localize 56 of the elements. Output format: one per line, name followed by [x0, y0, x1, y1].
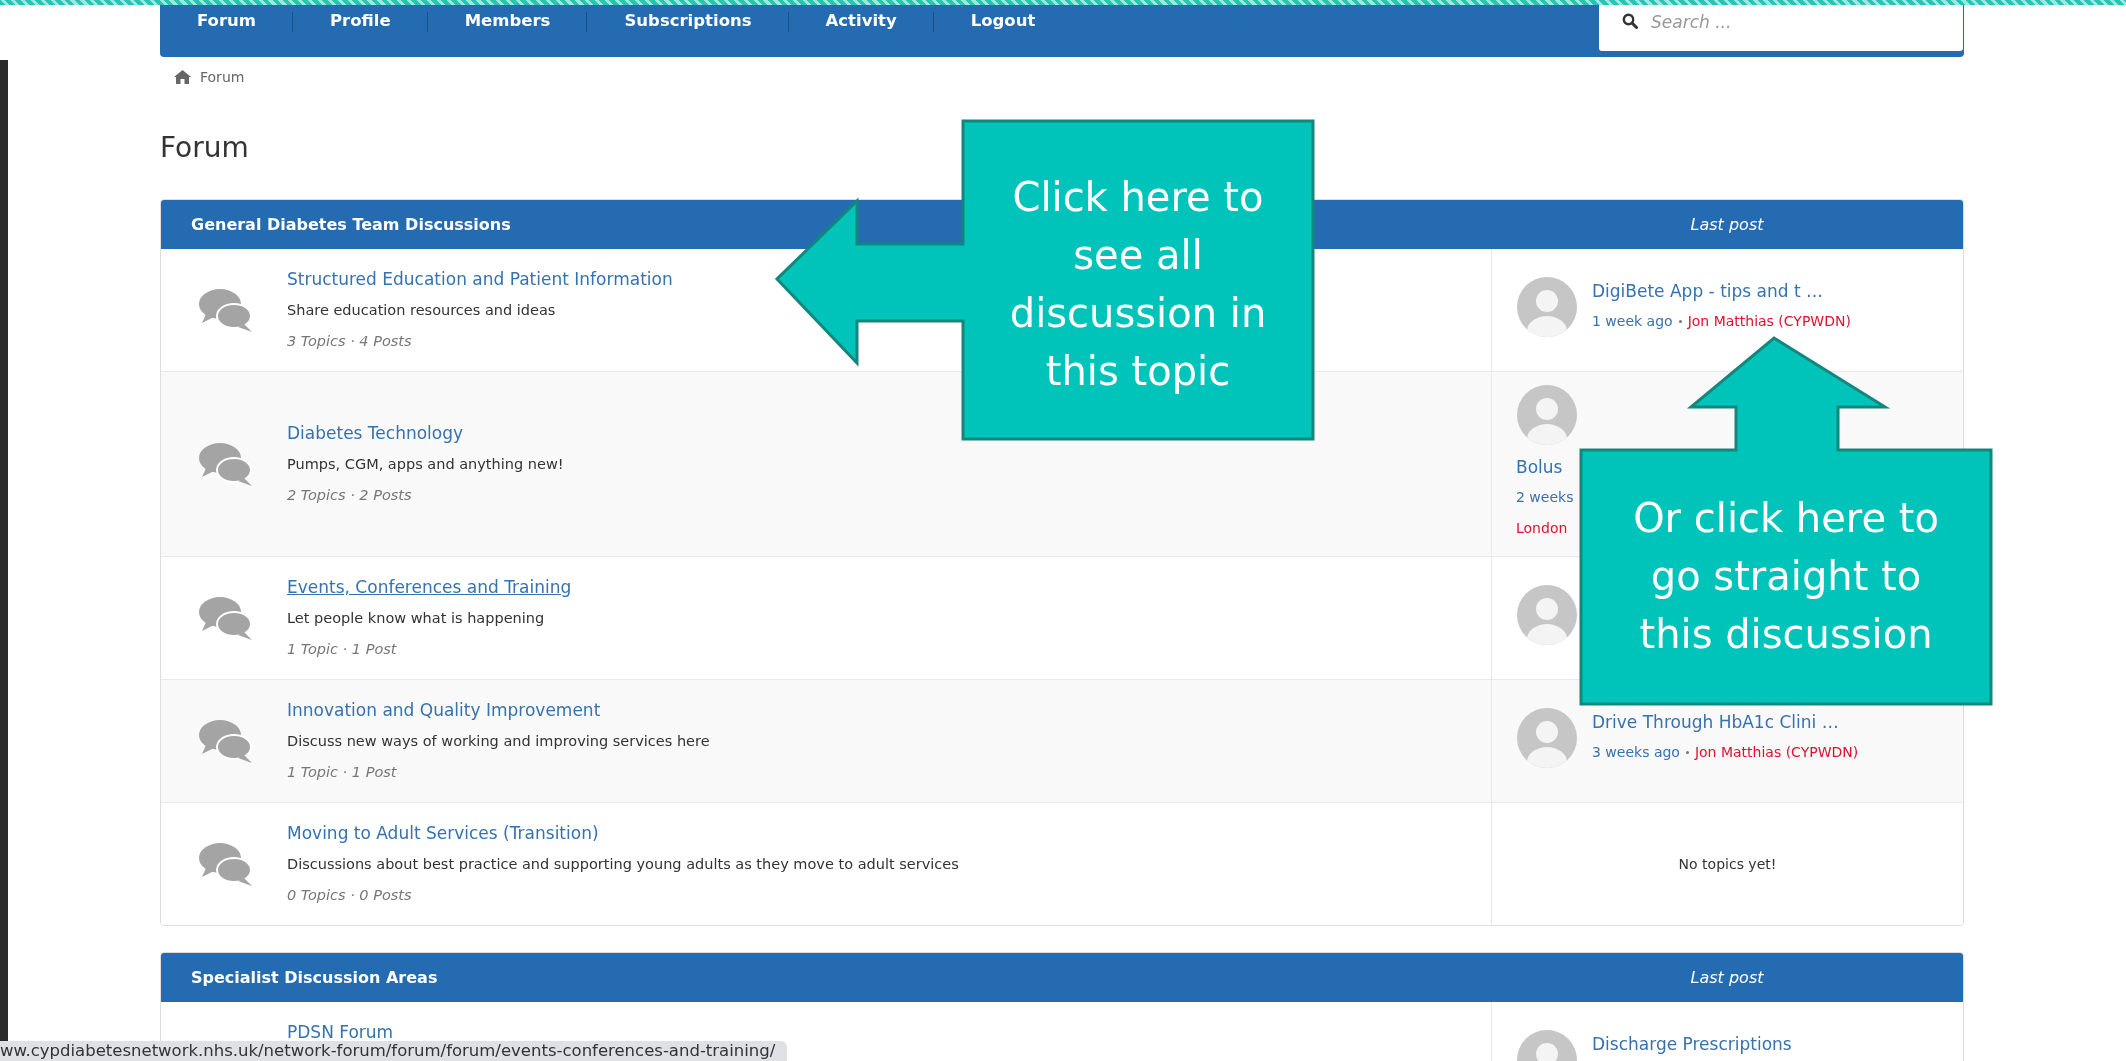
separator-dot — [1685, 750, 1689, 754]
nav-link[interactable]: Logout — [933, 5, 1072, 52]
nav-link[interactable]: Subscriptions — [587, 5, 788, 52]
category-link[interactable]: Events, Conferences and Training — [287, 575, 572, 598]
forum-description: Pumps, CGM, apps and anything new! — [287, 454, 564, 474]
status-url: ww.cypdiabetesnetwork.nhs.uk/network-forum/forum/forum/events-conferences-and-training/ — [0, 1041, 788, 1061]
breadcrumb-link[interactable]: Forum — [200, 69, 245, 85]
nav-link[interactable]: Activity — [788, 5, 933, 52]
forum-description: Discussions about best practice and supporting young adults as they move to adult services — [287, 854, 959, 874]
topic-link[interactable]: Bolus — [1516, 452, 1563, 482]
last-post-heading: Last post — [1689, 968, 1765, 987]
forum-stats: 2 Topics · 2 Posts — [287, 485, 413, 505]
post-time: 3 weeks ago — [1592, 743, 1680, 762]
chat-bubbles-icon — [198, 441, 254, 487]
section-title: Specialist Discussion Areas — [191, 968, 438, 987]
section-title: General Diabetes Team Discussions — [191, 215, 511, 234]
forum-description: Discuss new ways of working and improving services here — [287, 731, 710, 751]
avatar-icon — [1516, 384, 1578, 446]
callout-text: Click here to see all discussion in this topic — [1008, 173, 1268, 396]
separator-dot — [1678, 319, 1682, 323]
author-link[interactable]: Jon Matthias (CYPWDN) — [1694, 737, 1859, 767]
category-link[interactable]: Structured Education and Patient Information — [287, 267, 673, 290]
forum-stats: 1 Topic · 1 Post — [287, 639, 398, 659]
nav-link[interactable]: Forum — [160, 5, 292, 52]
category-link[interactable]: Diabetes Technology — [287, 421, 464, 444]
callout-text: Or click here to go straight to this discussion — [1632, 494, 1940, 659]
topic-link[interactable]: Discharge Prescriptions — [1592, 1029, 1792, 1059]
avatar-icon — [1516, 584, 1578, 646]
chat-bubbles-icon — [198, 595, 254, 641]
avatar-icon — [1516, 707, 1578, 769]
category-link[interactable]: Innovation and Quality Improvement — [287, 698, 601, 721]
author-link[interactable]: London — [1516, 513, 1574, 544]
home-icon — [174, 70, 191, 84]
forum-description: Let people know what is happening — [287, 608, 546, 628]
nav-link[interactable]: Members — [427, 5, 587, 52]
nav-link[interactable]: Profile — [293, 5, 427, 52]
topic-link[interactable]: Drive Through HbA1c Clini … — [1592, 707, 1839, 737]
forum-description: Share education resources and ideas — [287, 300, 557, 320]
category-link[interactable]: PDSN Forum — [287, 1020, 394, 1043]
author-link[interactable]: Jon Matthias (CYPWDN) — [1687, 306, 1851, 336]
avatar-icon — [1516, 276, 1578, 338]
empty-note: No topics yet! — [1678, 856, 1777, 872]
chat-bubbles-icon — [198, 718, 254, 764]
forum-stats: 1 Topic · 1 Post — [287, 762, 398, 782]
forum-stats: 3 Topics · 4 Posts — [287, 331, 413, 351]
category-link[interactable]: Moving to Adult Services (Transition) — [287, 821, 599, 844]
search-icon — [1622, 13, 1638, 29]
post-time: 1 week ago — [1592, 312, 1673, 331]
forum-stats: 0 Topics · 0 Posts — [287, 885, 413, 905]
post-time: 2 weeks — [1516, 488, 1574, 507]
page-title: Forum — [160, 130, 250, 166]
search-field[interactable]: Search ... — [1598, 5, 1964, 52]
last-post-heading: Last post — [1689, 215, 1765, 234]
chat-bubbles-icon — [198, 287, 254, 333]
chat-bubbles-icon — [198, 841, 254, 887]
topic-link[interactable]: DigiBete App - tips and t … — [1592, 276, 1824, 306]
